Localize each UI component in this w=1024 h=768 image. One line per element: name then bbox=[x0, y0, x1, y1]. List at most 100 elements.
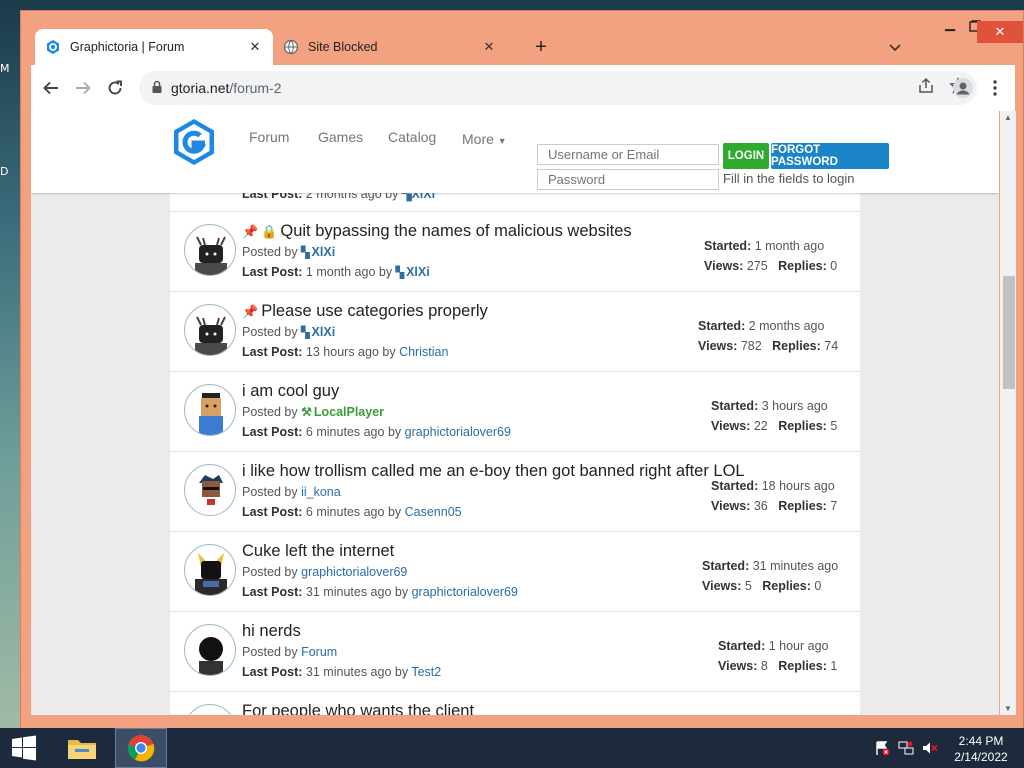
admin-badge-icon: ▚ bbox=[301, 327, 310, 339]
thread-title[interactable]: i am cool guy bbox=[242, 382, 339, 400]
lock-icon: 🔒 bbox=[261, 224, 278, 239]
replies-value: 1 bbox=[830, 659, 838, 673]
thread-last-post-line: Last Post: 31 minutes ago by graphictori… bbox=[242, 585, 518, 599]
thread-title[interactable]: For people who wants the client bbox=[242, 702, 474, 715]
username-link[interactable]: Christian bbox=[399, 345, 448, 359]
admin-badge-icon: ▚ bbox=[301, 247, 310, 259]
username-input[interactable] bbox=[537, 144, 719, 165]
page-scrollbar[interactable]: ▲ ▼ bbox=[1000, 111, 1016, 715]
username-link[interactable]: ▚ XlXi bbox=[301, 245, 335, 259]
avatar[interactable] bbox=[184, 304, 236, 356]
close-tab-icon[interactable]: ✕ bbox=[247, 39, 263, 55]
system-clock[interactable]: 2:44 PM 2/14/2022 bbox=[945, 733, 1017, 765]
thread-row[interactable]: i like how trollism called me an e-boy t… bbox=[170, 452, 860, 532]
pin-icon: 📌 bbox=[242, 304, 259, 319]
kebab-menu-icon[interactable] bbox=[983, 76, 1007, 100]
login-button[interactable]: LOGIN bbox=[723, 143, 769, 169]
replies-value: 0 bbox=[830, 259, 838, 273]
last-post-label: Last Post: bbox=[242, 665, 303, 679]
thread-title-row[interactable]: hi nerds bbox=[242, 622, 301, 641]
username-link[interactable]: ⚒ LocalPlayer bbox=[301, 405, 384, 419]
share-icon[interactable] bbox=[917, 77, 935, 100]
thread-title[interactable]: i like how trollism called me an e-boy t… bbox=[242, 462, 745, 480]
reload-icon[interactable] bbox=[103, 76, 127, 100]
thread-title-row[interactable]: 📌 Please use categories properly bbox=[242, 302, 488, 321]
thread-title[interactable]: Please use categories properly bbox=[261, 302, 488, 320]
tab-site-blocked[interactable]: Site Blocked ✕ bbox=[273, 29, 507, 65]
thread-stats: Started: 18 hours ago Views: 36 Replies: … bbox=[711, 476, 837, 516]
tab-graphictoria[interactable]: Graphictoria | Forum ✕ bbox=[35, 29, 273, 65]
thread-row[interactable]: For people who wants the clientPosted by… bbox=[170, 692, 860, 715]
nav-forum[interactable]: Forum bbox=[249, 129, 289, 145]
volume-muted-icon[interactable] bbox=[920, 728, 940, 768]
graphictoria-logo-icon[interactable] bbox=[169, 117, 219, 167]
thread-stats: Started: 2 months ago Views: 782 Replies:… bbox=[698, 316, 838, 356]
thread-title-row[interactable]: Cuke left the internet bbox=[242, 542, 394, 561]
forgot-password-button[interactable]: FORGOT PASSWORD bbox=[771, 143, 889, 169]
views-value: 22 bbox=[753, 419, 768, 433]
thread-title-row[interactable]: 📌 🔒 Quit bypassing the names of malicious … bbox=[242, 222, 632, 241]
started-value: 2 months ago bbox=[748, 319, 825, 333]
forward-arrow-icon[interactable] bbox=[71, 76, 95, 100]
views-value: 782 bbox=[740, 339, 762, 353]
username-link[interactable]: graphictorialover69 bbox=[412, 585, 518, 599]
action-center-flag-icon[interactable] bbox=[872, 728, 892, 768]
address-bar[interactable]: gtoria.net/forum-2 bbox=[139, 71, 977, 105]
thread-title[interactable]: Cuke left the internet bbox=[242, 542, 394, 560]
avatar[interactable] bbox=[184, 464, 236, 516]
thread-row[interactable]: hi nerds Posted by Forum Last Post: 31 min… bbox=[170, 612, 860, 692]
close-window-icon[interactable]: ✕ bbox=[977, 21, 1023, 43]
minimize-icon[interactable]: ▁ bbox=[939, 13, 961, 35]
network-icon[interactable] bbox=[896, 728, 916, 768]
pin-icon: 📌 bbox=[242, 224, 259, 239]
username-link[interactable]: Test2 bbox=[411, 665, 441, 679]
username-link[interactable]: ▚ XlXi bbox=[396, 265, 430, 279]
close-tab-icon[interactable]: ✕ bbox=[481, 39, 497, 55]
thread-row[interactable]: Cuke left the internet Posted by graphict… bbox=[170, 532, 860, 612]
thread-title-row[interactable]: i am cool guy bbox=[242, 382, 339, 401]
scrollbar-thumb[interactable] bbox=[1003, 276, 1015, 389]
username-link[interactable]: ▚ XlXi bbox=[301, 325, 335, 339]
avatar[interactable] bbox=[184, 224, 236, 276]
file-explorer-icon[interactable] bbox=[58, 728, 106, 768]
nav-games[interactable]: Games bbox=[318, 129, 363, 145]
tab-search-chevron-icon[interactable] bbox=[885, 39, 905, 57]
thread-title-row[interactable]: i like how trollism called me an e-boy t… bbox=[242, 462, 745, 481]
last-post-label: Last Post: bbox=[242, 585, 303, 599]
nav-more[interactable]: More ▼ bbox=[462, 131, 507, 147]
graphictoria-favicon-icon bbox=[45, 39, 61, 55]
chrome-taskbar-icon[interactable] bbox=[115, 728, 167, 768]
username-link[interactable]: ii_kona bbox=[301, 485, 341, 499]
last-post-label: Last Post: bbox=[242, 425, 303, 439]
thread-stats: Started: 1 month ago Views: 275 Replies: … bbox=[704, 236, 837, 276]
thread-title-row[interactable]: For people who wants the client bbox=[242, 702, 474, 715]
thread-author-line: Posted by ⚒ LocalPlayer bbox=[242, 405, 384, 419]
username-link[interactable]: Casenn05 bbox=[405, 505, 462, 519]
windows-start-icon[interactable] bbox=[0, 728, 48, 768]
thread-row[interactable]: 📌 🔒 Quit bypassing the names of malicious … bbox=[170, 212, 860, 292]
scroll-up-icon[interactable]: ▲ bbox=[1004, 113, 1012, 122]
nav-catalog[interactable]: Catalog bbox=[388, 129, 436, 145]
username-link[interactable]: graphictorialover69 bbox=[405, 425, 511, 439]
username-link[interactable]: Forum bbox=[301, 645, 337, 659]
avatar[interactable] bbox=[184, 544, 236, 596]
password-input[interactable] bbox=[537, 169, 719, 190]
avatar[interactable] bbox=[184, 384, 236, 436]
back-arrow-icon[interactable] bbox=[39, 76, 63, 100]
new-tab-button[interactable]: + bbox=[529, 35, 553, 59]
avatar[interactable] bbox=[184, 624, 236, 676]
thread-row[interactable]: i am cool guy Posted by ⚒ LocalPlayer Last … bbox=[170, 372, 860, 452]
by-label: by bbox=[387, 505, 402, 519]
thread-last-post-line: Last Post: 6 minutes ago by Casenn05 bbox=[242, 505, 462, 519]
username-link[interactable]: graphictorialover69 bbox=[301, 565, 407, 579]
replies-label: Replies: bbox=[778, 419, 827, 433]
taskbar: 2:44 PM 2/14/2022 bbox=[0, 728, 1024, 768]
last-post-label: Last Post: bbox=[242, 265, 303, 279]
profile-avatar-icon[interactable] bbox=[951, 76, 975, 100]
thread-title[interactable]: hi nerds bbox=[242, 622, 301, 640]
avatar[interactable] bbox=[184, 704, 236, 715]
last-post-time: 13 hours ago bbox=[305, 345, 379, 359]
thread-title[interactable]: Quit bypassing the names of malicious we… bbox=[280, 222, 631, 240]
thread-row[interactable]: 📌 Please use categories properly Posted by… bbox=[170, 292, 860, 372]
scroll-down-icon[interactable]: ▼ bbox=[1004, 704, 1012, 713]
